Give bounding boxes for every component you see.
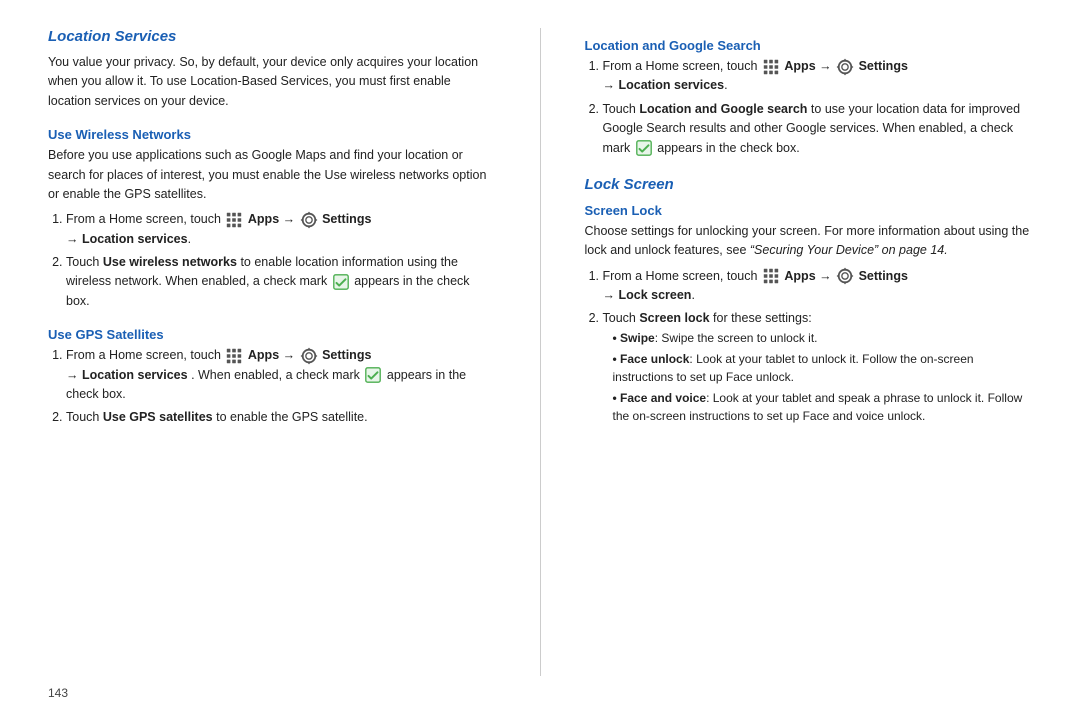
- page-number: 143: [48, 686, 1032, 700]
- lock-body1-italic: “Securing Your Device” on page 14.: [750, 243, 948, 257]
- use-gps-steps: From a Home screen, touch A: [48, 346, 496, 428]
- step1-sub: → Location services: [66, 232, 188, 246]
- use-gps-step1: From a Home screen, touch A: [66, 346, 496, 404]
- step2-pre: Touch: [66, 255, 99, 269]
- step1-sub: → Lock screen: [603, 288, 692, 302]
- location-google-step2: Touch Location and Google search to use …: [603, 100, 1033, 158]
- apps-icon-gps: [225, 347, 243, 365]
- settings-icon-gps: [300, 347, 318, 365]
- screen-lock-bullets: Swipe: Swipe the screen to unlock it. Fac…: [603, 329, 1033, 425]
- settings-icon-ls: [836, 267, 854, 285]
- location-google-title: Location and Google Search: [585, 38, 1033, 53]
- step2-bold: Use GPS satellites: [103, 410, 213, 424]
- use-wireless-section: Use Wireless Networks Before you use app…: [48, 117, 496, 317]
- settings-icon: [300, 211, 318, 229]
- step1-sub-pre: → Location services: [66, 368, 188, 382]
- use-wireless-steps: From a Home screen, touch: [48, 210, 496, 311]
- step1-sub: → Location services: [603, 78, 725, 92]
- step1-settings: Settings: [859, 59, 908, 73]
- step1-pre: From a Home screen, touch: [603, 59, 758, 73]
- use-wireless-title: Use Wireless Networks: [48, 127, 496, 142]
- column-divider: [540, 28, 541, 676]
- use-gps-title: Use GPS Satellites: [48, 327, 496, 342]
- screen-lock-subtitle: Screen Lock: [585, 203, 1033, 218]
- lock-step1: From a Home screen, touch A: [603, 267, 1033, 306]
- bullet-item: Face unlock: Look at your tablet to unlo…: [613, 350, 1033, 386]
- step1-apps: Apps: [784, 269, 815, 283]
- apps-icon: [225, 211, 243, 229]
- use-wireless-step2: Touch Use wireless networks to enable lo…: [66, 253, 496, 311]
- step2-bold: Location and Google search: [639, 102, 807, 116]
- lock-screen-section: Lock Screen Screen Lock Choose settings …: [585, 176, 1033, 431]
- step1-apps: Apps: [248, 212, 279, 226]
- step1-pre: From a Home screen, touch: [66, 212, 221, 226]
- right-column: Location and Google Search From a Home s…: [585, 28, 1033, 676]
- location-services-title: Location Services: [48, 28, 496, 45]
- lock-step2: Touch Screen lock for these settings: Sw…: [603, 309, 1033, 424]
- left-column: Location Services You value your privacy…: [48, 28, 496, 676]
- use-gps-section: Use GPS Satellites From a Home screen, t…: [48, 317, 496, 434]
- step1-apps: Apps: [784, 59, 815, 73]
- lock-screen-title: Lock Screen: [585, 176, 1033, 193]
- step2-bold: Use wireless networks: [103, 255, 237, 269]
- location-google-steps: From a Home screen, touch A: [585, 57, 1033, 158]
- use-wireless-step1: From a Home screen, touch: [66, 210, 496, 249]
- use-gps-step2: Touch Use GPS satellites to enable the G…: [66, 408, 496, 427]
- apps-icon-ls: [762, 267, 780, 285]
- step1-pre: From a Home screen, touch: [603, 269, 758, 283]
- step2-post2: appears in the check box.: [657, 141, 799, 155]
- location-services-section: Location Services You value your privacy…: [48, 28, 496, 117]
- step1-settings: Settings: [322, 212, 371, 226]
- step2-post: to enable the GPS satellite.: [216, 410, 367, 424]
- lock-screen-body: Choose settings for unlocking your scree…: [585, 222, 1033, 261]
- step2-pre: Touch: [66, 410, 99, 424]
- step1-sub-post: . When enabled, a check mark: [191, 368, 360, 382]
- page: Location Services You value your privacy…: [0, 0, 1080, 720]
- location-services-body: You value your privacy. So, by default, …: [48, 53, 496, 111]
- step2-bold: Screen lock: [639, 311, 709, 325]
- check-icon-lg: [635, 139, 653, 157]
- use-wireless-body: Before you use applications such as Goog…: [48, 146, 496, 204]
- step2-pre: Touch: [603, 311, 636, 325]
- step1-settings: Settings: [859, 269, 908, 283]
- apps-icon-lg: [762, 58, 780, 76]
- location-google-step1: From a Home screen, touch A: [603, 57, 1033, 96]
- step2-pre: Touch: [603, 102, 636, 116]
- step1-settings: Settings: [322, 348, 371, 362]
- bullet-item: Swipe: Swipe the screen to unlock it.: [613, 329, 1033, 347]
- step2-post: for these settings:: [713, 311, 812, 325]
- columns: Location Services You value your privacy…: [48, 28, 1032, 676]
- step1-apps: Apps: [248, 348, 279, 362]
- check-icon: [332, 273, 350, 291]
- location-google-section: Location and Google Search From a Home s…: [585, 28, 1033, 164]
- bullet-item: Face and voice: Look at your tablet and …: [613, 389, 1033, 425]
- settings-icon-lg: [836, 58, 854, 76]
- check-icon-gps: [364, 366, 382, 384]
- step1-pre: From a Home screen, touch: [66, 348, 221, 362]
- lock-screen-steps: From a Home screen, touch A: [585, 267, 1033, 425]
